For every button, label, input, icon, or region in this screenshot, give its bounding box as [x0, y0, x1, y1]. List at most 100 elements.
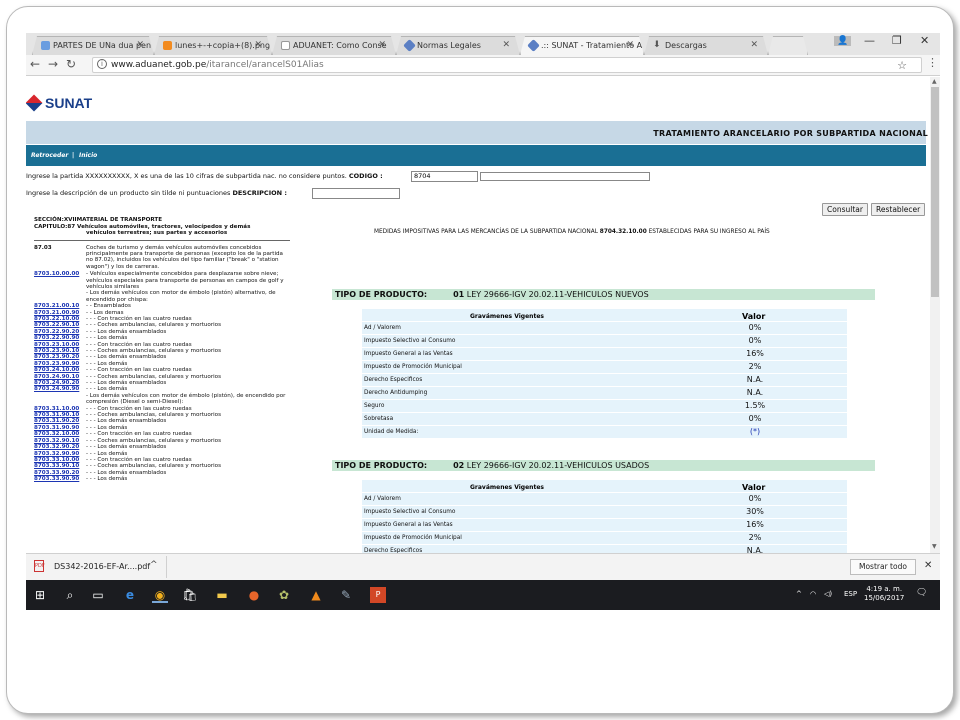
wifi-icon[interactable]: ◠	[810, 590, 816, 598]
tax-name: Unidad de Medida:	[364, 429, 419, 435]
show-all-button[interactable]: Mostrar todo	[850, 559, 916, 575]
code-description-field[interactable]	[480, 172, 650, 181]
scroll-up-icon[interactable]: ▲	[932, 78, 937, 85]
product-type-bar: TIPO DE PRODUCTO: 01 LEY 29666-IGV 20.02.…	[332, 289, 875, 300]
notifications-icon[interactable]: 🗨	[916, 588, 927, 598]
tax-name: Impuesto de Promoción Municipal	[364, 364, 462, 370]
vertical-scrollbar[interactable]: ▲ ▼	[930, 77, 940, 553]
language-indicator[interactable]: ESP	[844, 590, 857, 598]
table-row: Impuesto Selectivo al Consumo 30%	[362, 505, 847, 518]
tax-value: 1.5%	[744, 401, 766, 410]
tab-partes[interactable]: PARTES DE UNa dua pen ✕	[32, 36, 154, 55]
clock[interactable]: 4:19 a. m. 15/06/2017	[864, 585, 904, 603]
paint-icon[interactable]: ✎	[338, 587, 354, 603]
edge-icon[interactable]: e	[122, 587, 138, 603]
profile-icon[interactable]: 👤	[834, 36, 852, 46]
table-header: Gravámenes Vigentes Valor	[362, 480, 847, 492]
tab-close-icon[interactable]: ✕	[378, 37, 386, 54]
tab-sunat[interactable]: .:: SUNAT - Tratamiento A ✕	[520, 36, 644, 55]
chrome-icon[interactable]: ◉	[152, 587, 168, 603]
back-link[interactable]: Retroceder	[31, 152, 68, 159]
tax-value: 16%	[746, 349, 764, 358]
entry-description: - - - Los demás	[86, 476, 128, 483]
tax-value: 0%	[748, 336, 762, 345]
tab-normas[interactable]: Normas Legales ✕	[396, 36, 520, 55]
back-arrow-icon[interactable]: ←	[30, 57, 40, 71]
table-row: Impuesto General a las Ventas 16%	[362, 518, 847, 531]
tab-close-icon[interactable]: ✕	[502, 37, 510, 54]
tab-close-icon[interactable]: ✕	[626, 37, 634, 54]
new-tab-button[interactable]	[768, 36, 808, 55]
restablecer-button[interactable]: Restablecer	[871, 203, 926, 216]
subpartida-link[interactable]: 8703.10.00.00	[34, 271, 79, 277]
store-icon[interactable]: 🛍	[182, 587, 198, 603]
code-input[interactable]: 8704	[411, 171, 478, 182]
tax-name: Impuesto de Promoción Municipal	[364, 535, 462, 541]
tab-close-icon[interactable]: ✕	[750, 37, 758, 54]
tab-image[interactable]: lunes+-+copia+(8).png ( ✕	[154, 36, 272, 55]
task-view-icon[interactable]: ▭	[90, 587, 106, 603]
close-window-icon[interactable]: ✕	[920, 34, 929, 47]
chapter-subtitle: vehículos terrestres; sus partes y acces…	[86, 230, 228, 236]
product-type-desc: LEY 29666-IGV 20.02.11-VEHICULOS USADOS	[466, 461, 650, 470]
tax-value[interactable]: (*)	[730, 427, 780, 436]
menu-icon[interactable]: ⋮	[927, 56, 938, 69]
chevron-up-icon[interactable]: ^	[796, 590, 802, 598]
tab-close-icon[interactable]: ✕	[136, 37, 144, 54]
download-file-name[interactable]: DS342-2016-EF-Ar....pdf	[54, 562, 150, 571]
tariff-entry[interactable]: 8703.10.00.00 - Vehículos especialmente c…	[34, 271, 290, 290]
tax-name: Ad / Valorem	[364, 325, 401, 331]
table-row: Seguro 1.5%	[362, 399, 847, 412]
scroll-down-icon[interactable]: ▼	[932, 543, 937, 550]
windows-start-icon[interactable]: ⊞	[32, 587, 48, 603]
app-icon[interactable]: ✿	[276, 587, 292, 603]
tab-close-icon[interactable]: ✕	[254, 37, 262, 54]
close-shelf-icon[interactable]: ✕	[924, 560, 932, 571]
sunat-logo: SUNAT	[26, 94, 92, 112]
search-icon[interactable]: ⌕	[62, 587, 78, 603]
tax-name: Ad / Valorem	[364, 496, 401, 502]
file-explorer-icon[interactable]: ▬	[214, 587, 230, 603]
tab-label: Normas Legales	[417, 41, 481, 50]
table-row: Unidad de Medida: (*)	[362, 425, 847, 438]
medidas-heading: MEDIDAS IMPOSITIVAS PARA LAS MERCANCÍAS …	[374, 229, 770, 235]
tab-descargas[interactable]: ⬇ Descargas ✕	[644, 36, 768, 55]
google-icon	[41, 41, 50, 50]
reload-icon[interactable]: ↻	[66, 57, 76, 71]
powerpoint-icon[interactable]: P	[370, 587, 386, 603]
info-icon[interactable]: i	[97, 59, 107, 69]
subpartida-link[interactable]: 8703.33.90.90	[34, 476, 79, 482]
scroll-thumb[interactable]	[931, 87, 939, 297]
table-row: Sobretasa 0%	[362, 412, 847, 425]
tax-name: Impuesto Selectivo al Consumo	[364, 338, 456, 344]
col-header-gravamenes: Gravámenes Vigentes	[470, 484, 544, 491]
consultar-button[interactable]: Consultar	[822, 203, 868, 216]
forward-arrow-icon[interactable]: →	[48, 57, 58, 71]
tab-aduanet[interactable]: ADUANET: Como Conse ✕	[272, 36, 396, 55]
divider	[166, 556, 167, 578]
code-instructions: Ingrese la partida XXXXXXXXXX, X es una …	[26, 172, 383, 180]
tax-value: N.A.	[746, 388, 764, 397]
volume-icon[interactable]: ◁)	[824, 590, 832, 598]
screenshot: PARTES DE UNa dua pen ✕ lunes+-+copia+(8…	[26, 33, 940, 610]
minimize-icon[interactable]: —	[864, 34, 875, 47]
firefox-icon[interactable]: ●	[246, 587, 262, 603]
restore-icon[interactable]: ❐	[892, 34, 902, 47]
clock-date: 15/06/2017	[864, 594, 905, 602]
table-row: Derecho Especificos N.A.	[362, 373, 847, 386]
tax-name: Sobretasa	[364, 416, 394, 422]
download-icon: ⬇	[653, 40, 661, 50]
address-bar[interactable]: i www.aduanet.gob.pe/itarancel/arancelS0…	[92, 57, 922, 73]
nav-bar: Retroceder | Inicio	[26, 145, 926, 166]
chevron-up-icon[interactable]: ^	[150, 560, 158, 570]
bookmark-star-icon[interactable]: ☆	[897, 59, 907, 73]
tariff-entry[interactable]: 8703.33.90.90 - - - Los demás	[34, 476, 290, 482]
tax-value: 2%	[748, 533, 762, 542]
home-link[interactable]: Inicio	[79, 152, 97, 159]
tax-name: Derecho Especificos	[364, 377, 423, 383]
description-input[interactable]	[312, 188, 400, 199]
entry-description: - Los demás vehículos con motor de émbol…	[86, 392, 286, 406]
vlc-icon[interactable]: ▲	[308, 587, 324, 603]
tax-name: Impuesto Selectivo al Consumo	[364, 509, 456, 515]
tax-value: 2%	[748, 362, 762, 371]
